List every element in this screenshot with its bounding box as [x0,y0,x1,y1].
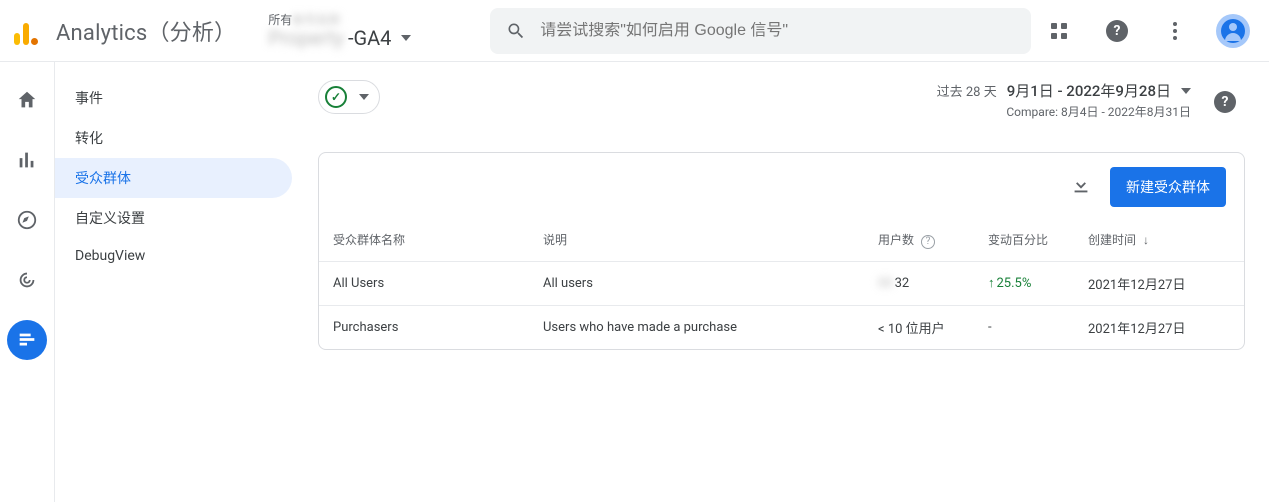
rail-advertising[interactable] [7,260,47,300]
app-title: Analytics（分析） [56,15,236,47]
subnav-custom[interactable]: 自定义设置 [55,198,292,238]
help-icon: ? [1214,91,1236,113]
main-content: ✓ 过去 28 天 9月1日 - 2022年9月28日 Compare: 8月4… [300,62,1269,502]
help-button[interactable]: ? [1097,11,1137,51]
th-change[interactable]: 变动百分比 [974,219,1074,261]
apps-launcher-button[interactable] [1039,11,1079,51]
th-created[interactable]: 创建时间 ↓ [1074,219,1244,261]
th-name[interactable]: 受众群体名称 [319,219,529,261]
help-icon[interactable]: ? [921,235,935,249]
avatar-icon [1216,14,1250,48]
cell-name: Purchasers [319,305,529,349]
search-box[interactable] [490,8,1031,54]
app-header: Analytics（分析） 所有帐号名称 Property -GA4 ? [0,0,1269,62]
th-users[interactable]: 用户数 ? [864,219,974,261]
page-help-button[interactable]: ? [1205,82,1245,122]
configure-subnav: 事件 转化 受众群体 自定义设置 DebugView [55,62,300,502]
subnav-debugview[interactable]: DebugView [55,238,292,274]
search-icon [506,21,526,41]
subnav-audiences[interactable]: 受众群体 [55,158,292,198]
table-row[interactable]: Purchasers Users who have made a purchas… [319,305,1244,349]
subnav-events[interactable]: 事件 [55,78,292,118]
rail-home[interactable] [7,80,47,120]
cell-change: - [974,305,1074,349]
account-label: 所有 [268,13,292,27]
cell-desc: Users who have made a purchase [529,305,864,349]
th-desc[interactable]: 说明 [529,219,864,261]
chevron-down-icon [1181,88,1191,94]
more-menu-button[interactable] [1155,11,1195,51]
audiences-table: 受众群体名称 说明 用户数 ? 变动百分比 创建时间 ↓ [319,219,1244,349]
download-button[interactable] [1070,174,1092,200]
date-range-selector[interactable]: 过去 28 天 9月1日 - 2022年9月28日 Compare: 8月4日 … [937,80,1191,120]
property-selector[interactable]: 所有帐号名称 Property -GA4 [262,11,462,51]
date-range-text: 9月1日 - 2022年9月28日 [1007,80,1171,101]
cell-name: All Users [319,261,529,305]
kebab-icon [1173,22,1177,40]
status-filter-pill[interactable]: ✓ [318,80,380,114]
search-input[interactable] [540,22,1015,40]
cell-created: 2021年12月27日 [1074,305,1244,349]
audiences-card: 新建受众群体 受众群体名称 说明 用户数 ? 变动百分比 创建时间 [318,152,1245,350]
apps-grid-icon [1051,23,1067,39]
cell-created: 2021年12月27日 [1074,261,1244,305]
rail-reports[interactable] [7,140,47,180]
chevron-down-icon [359,94,369,100]
rail-explore[interactable] [7,200,47,240]
chevron-down-icon [401,35,411,41]
analytics-logo-icon [14,17,38,45]
new-audience-button[interactable]: 新建受众群体 [1110,167,1226,207]
cell-users: 0032 [864,261,974,305]
check-circle-icon: ✓ [325,86,347,108]
property-suffix: -GA4 [348,27,391,49]
subnav-conversions[interactable]: 转化 [55,118,292,158]
help-icon: ? [1106,20,1128,42]
rail-configure[interactable] [7,320,47,360]
table-row[interactable]: All Users All users 0032 25.5% 2021年12月2… [319,261,1244,305]
nav-rail [0,62,55,502]
date-prefix: 过去 28 天 [937,81,997,100]
cell-users: < 10 位用户 [864,305,974,349]
table-header-row: 受众群体名称 说明 用户数 ? 变动百分比 创建时间 ↓ [319,219,1244,261]
cell-desc: All users [529,261,864,305]
cell-change: 25.5% [974,261,1074,305]
account-avatar-button[interactable] [1213,11,1253,51]
sort-down-icon: ↓ [1143,233,1149,247]
date-compare-text: Compare: 8月4日 - 2022年8月31日 [937,103,1191,120]
